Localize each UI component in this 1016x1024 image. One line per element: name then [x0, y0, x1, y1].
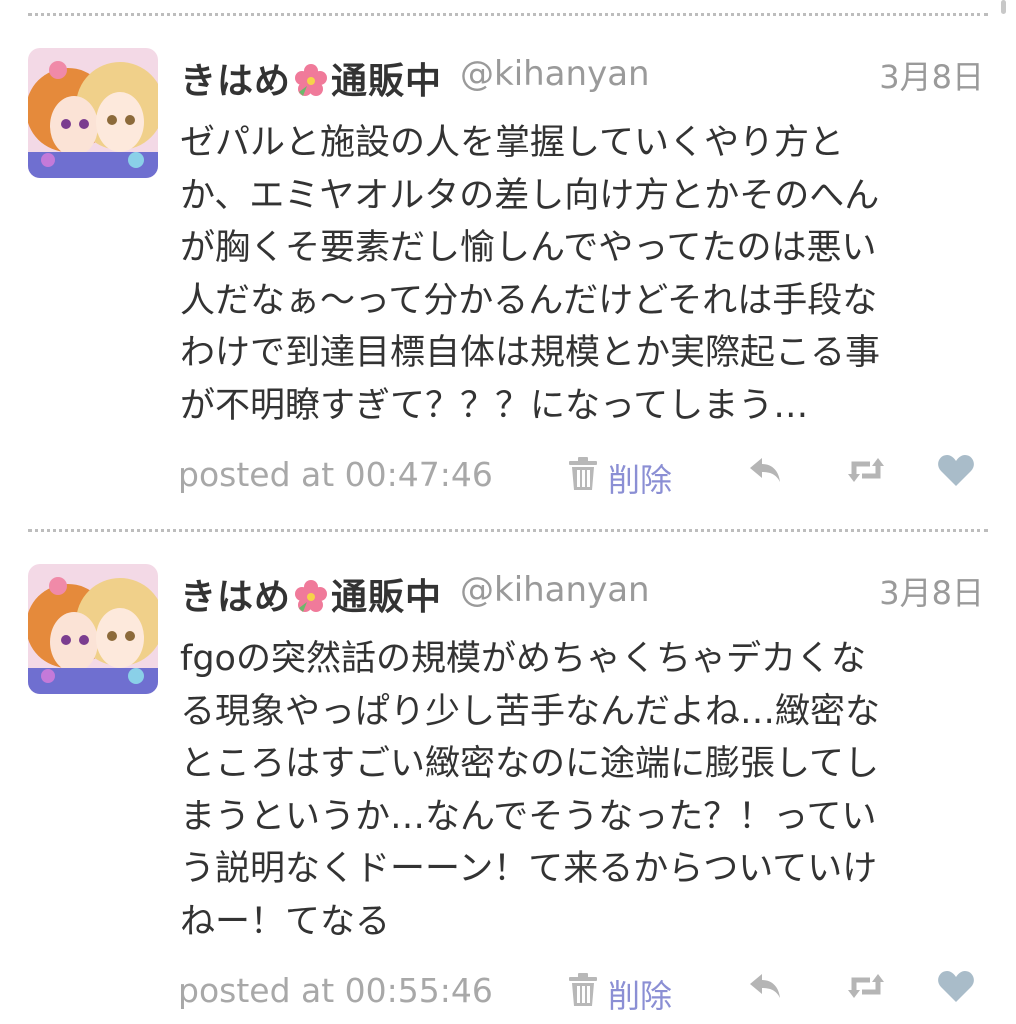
- avatar[interactable]: [28, 564, 158, 694]
- tweet-text-line: ところはすごい緻密なのに途端に膨張してし: [180, 744, 879, 784]
- tweet-text-line: fgoの突然話の規模がめちゃくちゃデカくな: [180, 639, 866, 679]
- user-handle[interactable]: @kihanyan: [460, 54, 650, 94]
- tweet-text-line: か、エミヤオルタの差し向け方とかそのへん: [180, 175, 880, 216]
- trash-icon[interactable]: [566, 972, 600, 1008]
- favorite-heart-icon[interactable]: [936, 968, 976, 1004]
- trash-icon[interactable]: [566, 456, 600, 492]
- display-name: きはめ 通販中: [180, 568, 442, 620]
- flower-icon: [293, 578, 329, 614]
- tweet-text-line: ねー！てなる: [180, 901, 391, 942]
- posted-timestamp: posted at 00:55:46: [178, 971, 493, 1010]
- display-name-text: きはめ: [180, 61, 292, 102]
- display-name-suffix: 通販中: [331, 577, 443, 618]
- tweet-text-line: ゼパルと施設の人を掌握していくやり方と: [180, 123, 844, 163]
- delete-link[interactable]: 削除: [608, 455, 672, 501]
- user-handle[interactable]: @kihanyan: [460, 570, 650, 610]
- tweet-text-line: まうというか…なんでそうなった？！ってい: [180, 796, 877, 837]
- tweet-text-line: わけで到達目標自体は規模とか実際起こる事: [180, 333, 881, 373]
- tweet-text-line: が不明瞭すぎて？？？になってしまう…: [180, 385, 809, 426]
- retweet-icon[interactable]: [846, 452, 886, 488]
- reply-icon[interactable]: [746, 452, 786, 488]
- reply-icon[interactable]: [746, 968, 786, 1004]
- tweet-text-line: が胸くそ要素だし愉しんでやってたのは悪い: [180, 228, 877, 268]
- tweet-date[interactable]: 3月8日: [879, 568, 984, 614]
- flower-icon: [293, 62, 329, 98]
- tweet-text: ゼパルと施設の人を掌握していくやり方と か、エミヤオルタの差し向け方とかそのへん…: [180, 117, 1000, 432]
- tweet-text: fgoの突然話の規模がめちゃくちゃデカくな る現象やっぱり少し苦手なんだよね…緻…: [180, 633, 1000, 948]
- display-name-text: きはめ: [180, 577, 292, 618]
- display-name-suffix: 通販中: [331, 61, 443, 102]
- tweet-text-line: う説明なくドーーン！て来るからついていけ: [180, 849, 878, 889]
- divider: [28, 13, 988, 16]
- divider: [28, 529, 988, 532]
- avatar[interactable]: [28, 48, 158, 178]
- retweet-icon[interactable]: [846, 968, 886, 1004]
- favorite-heart-icon[interactable]: [936, 452, 976, 488]
- scrollbar[interactable]: [1001, 0, 1006, 14]
- delete-link[interactable]: 削除: [608, 971, 672, 1017]
- tweet-date[interactable]: 3月8日: [879, 52, 984, 98]
- posted-timestamp: posted at 00:47:46: [178, 455, 493, 494]
- tweet-text-line: 人だなぁ〜って分かるんだけどそれは手段な: [180, 280, 878, 321]
- display-name: きはめ 通販中: [180, 52, 442, 104]
- tweet-text-line: る現象やっぱり少し苦手なんだよね…緻密な: [180, 691, 881, 732]
